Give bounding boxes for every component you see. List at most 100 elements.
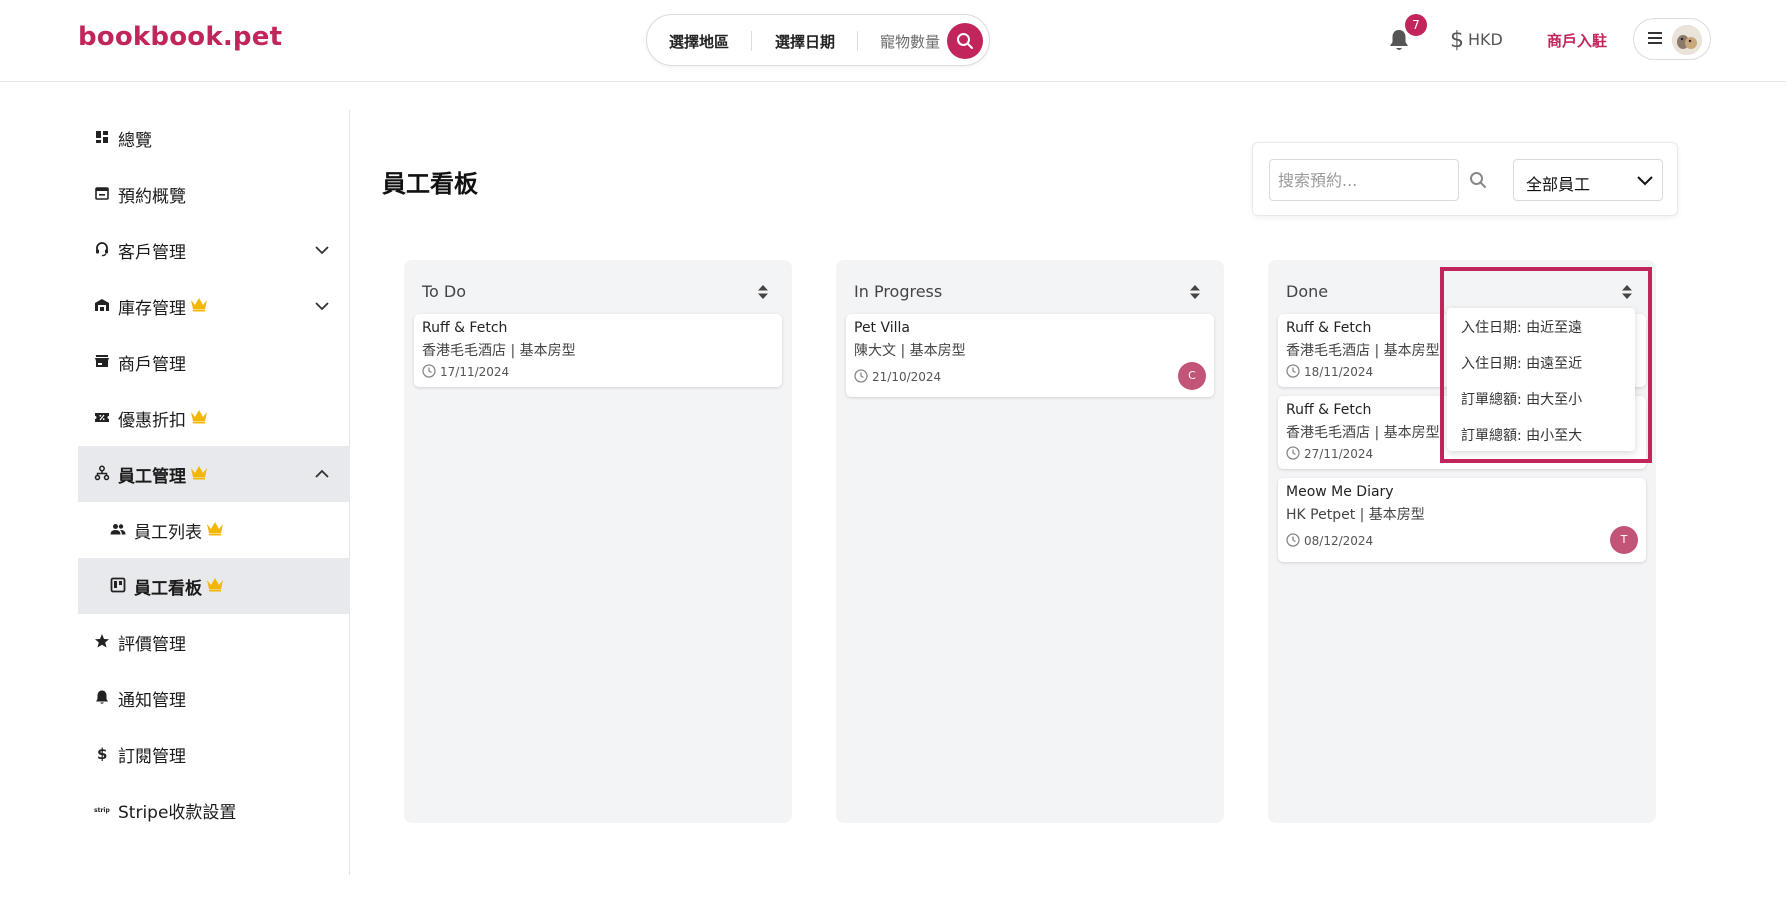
sidebar-item-discounts[interactable]: 優惠折扣 bbox=[78, 390, 350, 446]
booking-search-input[interactable] bbox=[1269, 159, 1459, 201]
card-merchant-name: Pet Villa bbox=[854, 320, 911, 336]
notification-badge: 7 bbox=[1405, 14, 1427, 36]
sort-option-checkin-near-far[interactable]: 入住日期: 由近至遠 bbox=[1461, 317, 1582, 337]
sort-option-total-high-low[interactable]: 訂單總額: 由大至小 bbox=[1461, 389, 1582, 409]
card-merchant-name: Meow Me Diary bbox=[1286, 484, 1394, 500]
crown-icon bbox=[191, 298, 207, 312]
hamburger-menu-icon bbox=[1648, 32, 1662, 44]
sidebar-item-inventory[interactable]: 庫存管理 bbox=[78, 278, 350, 334]
avatar bbox=[1672, 25, 1702, 55]
sidebar-item-label: 訂閱管理 bbox=[118, 747, 186, 767]
currency-label: HKD bbox=[1468, 30, 1503, 49]
kanban-column-todo: To Do Ruff & Fetch 香港毛毛酒店 | 基本房型 17/11/2… bbox=[404, 260, 792, 823]
sidebar-item-subscriptions[interactable]: $ 訂閱管理 bbox=[78, 726, 350, 782]
chevron-down-icon bbox=[315, 302, 329, 311]
calendar-icon bbox=[95, 187, 109, 200]
store-icon bbox=[95, 355, 109, 367]
date-selector[interactable]: 選擇日期 bbox=[775, 31, 835, 52]
kanban-column-in-progress: In Progress Pet Villa 陳大文 | 基本房型 21/10/2… bbox=[836, 260, 1224, 823]
sidebar-item-stripe[interactable]: stripe Stripe收款設置 bbox=[78, 782, 350, 838]
staff-filter-select[interactable]: 全部員工 bbox=[1513, 159, 1663, 201]
clock-icon bbox=[1286, 533, 1300, 547]
sidebar-item-staff[interactable]: 員工管理 bbox=[78, 446, 350, 502]
sidebar-item-label: 總覽 bbox=[118, 131, 152, 151]
card-detail: 香港毛毛酒店 | 基本房型 bbox=[1286, 343, 1440, 359]
search-bar[interactable]: 選擇地區 選擇日期 寵物數量 bbox=[646, 14, 990, 66]
page-title: 員工看板 bbox=[382, 170, 478, 198]
star-icon bbox=[95, 634, 109, 648]
sidebar-item-staff-kanban[interactable]: 員工看板 bbox=[78, 558, 350, 614]
dollar-icon: $ bbox=[1450, 28, 1464, 53]
people-icon bbox=[110, 524, 126, 535]
divider bbox=[751, 31, 752, 51]
sidebar-item-notifications[interactable]: 通知管理 bbox=[78, 670, 350, 726]
user-menu[interactable] bbox=[1633, 18, 1711, 60]
sidebar-item-label: Stripe收款設置 bbox=[118, 803, 237, 823]
column-title: In Progress bbox=[854, 282, 943, 301]
assignee-avatar[interactable]: C bbox=[1178, 362, 1206, 390]
search-button[interactable] bbox=[947, 23, 983, 59]
sidebar-item-merchant[interactable]: 商戶管理 bbox=[78, 334, 350, 390]
dollar-icon: $ bbox=[97, 745, 107, 761]
card-date: 18/11/2024 bbox=[1304, 365, 1374, 379]
sidebar-item-label: 商戶管理 bbox=[118, 355, 186, 375]
search-icon bbox=[1470, 172, 1486, 188]
headset-icon bbox=[96, 242, 108, 257]
logo[interactable]: bookbook.pet bbox=[78, 22, 282, 52]
card-merchant-name: Ruff & Fetch bbox=[422, 320, 508, 336]
card-date: 08/12/2024 bbox=[1304, 534, 1374, 548]
ticket-icon bbox=[95, 413, 109, 422]
booking-card[interactable]: Pet Villa 陳大文 | 基本房型 21/10/2024 C bbox=[846, 314, 1214, 397]
sidebar-item-label: 評價管理 bbox=[118, 635, 186, 655]
search-icon bbox=[957, 33, 973, 49]
clock-icon bbox=[1286, 364, 1300, 378]
sidebar-item-label: 預約概覽 bbox=[118, 187, 186, 207]
chevron-down-icon bbox=[315, 246, 329, 255]
booking-card[interactable]: Meow Me Diary HK Petpet | 基本房型 08/12/202… bbox=[1278, 478, 1646, 562]
sidebar-item-bookings[interactable]: 預約概覽 bbox=[78, 166, 350, 222]
stripe-icon: stripe bbox=[94, 807, 110, 814]
column-title: To Do bbox=[422, 282, 467, 301]
svg-text:stripe: stripe bbox=[94, 807, 110, 814]
kanban-icon bbox=[110, 577, 126, 593]
sidebar-item-label: 客戶管理 bbox=[118, 243, 186, 263]
sidebar-item-overview[interactable]: 總覽 bbox=[78, 110, 350, 166]
bell-icon bbox=[96, 690, 108, 704]
merchant-onboarding-link[interactable]: 商戶入駐 bbox=[1547, 30, 1607, 51]
card-detail: HK Petpet | 基本房型 bbox=[1286, 507, 1425, 523]
sort-option-total-low-high[interactable]: 訂單總額: 由小至大 bbox=[1461, 425, 1582, 445]
assignee-avatar[interactable]: T bbox=[1610, 526, 1638, 554]
column-title: Done bbox=[1286, 282, 1329, 301]
sort-dropdown-menu: 入住日期: 由近至遠 入住日期: 由遠至近 訂單總額: 由大至小 訂單總額: 由… bbox=[1447, 308, 1635, 451]
dashboard-icon bbox=[96, 131, 108, 143]
sidebar-item-staff-list[interactable]: 員工列表 bbox=[78, 502, 350, 558]
sidebar-item-label: 通知管理 bbox=[118, 691, 186, 711]
sidebar-item-label: 員工看板 bbox=[134, 579, 202, 599]
staff-filter-value: 全部員工 bbox=[1526, 175, 1591, 194]
sidebar-item-label: 庫存管理 bbox=[118, 299, 186, 319]
clock-icon bbox=[422, 364, 436, 378]
svg-text:$: $ bbox=[97, 745, 107, 761]
crown-icon bbox=[191, 466, 207, 480]
top-bar: bookbook.pet 選擇地區 選擇日期 寵物數量 7 $ HKD 商戶入駐 bbox=[0, 0, 1786, 82]
filter-bar: 全部員工 bbox=[1252, 142, 1678, 216]
warehouse-icon bbox=[95, 299, 109, 311]
currency-selector[interactable]: $ HKD bbox=[1450, 28, 1503, 53]
card-date: 27/11/2024 bbox=[1304, 447, 1374, 461]
card-date: 17/11/2024 bbox=[440, 365, 510, 379]
sidebar-item-customers[interactable]: 客戶管理 bbox=[78, 222, 350, 278]
card-detail: 香港毛毛酒店 | 基本房型 bbox=[1286, 425, 1440, 441]
divider bbox=[857, 31, 858, 51]
chevron-down-icon bbox=[1637, 176, 1653, 186]
sort-icon[interactable] bbox=[757, 284, 769, 300]
crown-icon bbox=[191, 410, 207, 424]
sidebar-item-label: 優惠折扣 bbox=[118, 411, 186, 431]
booking-card[interactable]: Ruff & Fetch 香港毛毛酒店 | 基本房型 17/11/2024 bbox=[414, 314, 782, 387]
sidebar-item-reviews[interactable]: 評價管理 bbox=[78, 614, 350, 670]
location-selector[interactable]: 選擇地區 bbox=[669, 31, 729, 52]
chevron-up-icon bbox=[315, 469, 329, 478]
sort-option-checkin-far-near[interactable]: 入住日期: 由遠至近 bbox=[1461, 353, 1582, 373]
sort-icon[interactable] bbox=[1189, 284, 1201, 300]
card-merchant-name: Ruff & Fetch bbox=[1286, 320, 1372, 336]
pet-count-selector[interactable]: 寵物數量 bbox=[880, 31, 940, 52]
